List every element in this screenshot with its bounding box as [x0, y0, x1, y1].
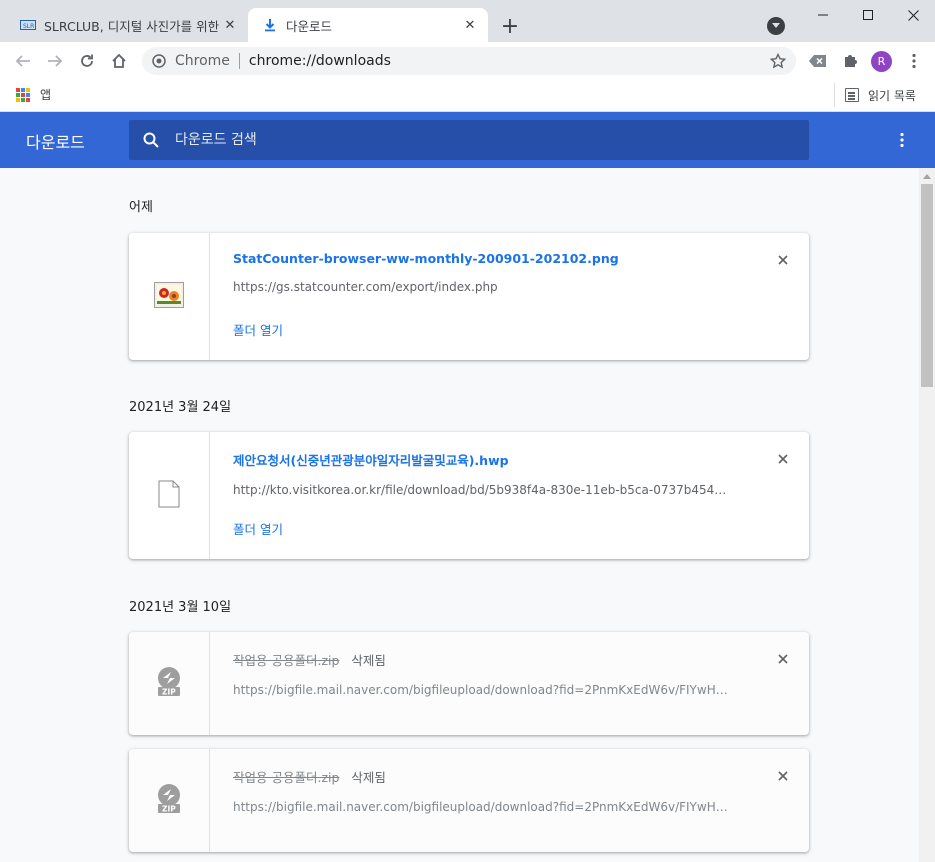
close-tab-icon[interactable]: ✕ — [220, 15, 240, 35]
address-bar[interactable]: Chrome chrome://downloads — [142, 47, 796, 75]
page-scrollbar[interactable] — [919, 168, 935, 862]
download-details: 작업용 공용폴더.zip 삭제됨 https://bigfile.mail.nav… — [233, 650, 773, 697]
download-item: ZIP 작업용 공용폴더.zip 삭제됨 https://bigfile.mail… — [129, 749, 809, 852]
svg-text:ZIP: ZIP — [162, 804, 176, 813]
open-folder-link[interactable]: 폴더 열기 — [233, 519, 283, 538]
title-bar: SLR SLRCLUB, 디지털 사진가를 위한 ✕ 다운로드 ✕ + — [0, 0, 935, 42]
download-details: 작업용 공용폴더.zip 삭제됨 https://bigfile.mail.nav… — [233, 767, 773, 814]
file-icon-column — [129, 432, 210, 559]
download-item: ZIP 작업용 공용폴더.zip 삭제됨 https://bigfile.mail… — [129, 632, 809, 735]
downloads-header: 다운로드 — [0, 112, 935, 168]
home-icon[interactable] — [107, 49, 131, 73]
deleted-file-name: 작업용 공용폴더.zip — [233, 653, 340, 668]
tab-title: 다운로드 — [286, 18, 333, 34]
generic-file-icon — [158, 480, 180, 512]
download-details: 제안요청서(신중년관광분야일자리발굴및교육).hwp http://kto.vi… — [233, 450, 773, 497]
apps-label: 앱 — [40, 88, 52, 102]
omnibox-separator — [238, 53, 240, 69]
status-badge: 삭제됨 — [351, 653, 386, 668]
slrclub-favicon: SLR — [20, 17, 36, 33]
search-icon — [141, 130, 161, 150]
download-icon — [262, 17, 278, 33]
download-details: StatCounter-browser-ww-monthly-200901-20… — [233, 251, 773, 294]
chrome-chip: Chrome — [175, 53, 230, 69]
remove-item-icon[interactable] — [773, 250, 793, 270]
zip-file-icon: ZIP — [153, 783, 185, 819]
downloads-list: 어제 StatCounter-browser-ww-monthly-200901… — [0, 168, 919, 862]
tab-title: SLRCLUB, 디지털 사진가를 위한 — [44, 18, 220, 34]
download-item: StatCounter-browser-ww-monthly-200901-20… — [129, 233, 809, 360]
open-folder-link[interactable]: 폴더 열기 — [233, 320, 283, 339]
downloads-search-box[interactable] — [129, 120, 809, 160]
new-tab-button[interactable]: + — [498, 14, 522, 39]
tab-slrclub[interactable]: SLR SLRCLUB, 디지털 사진가를 위한 ✕ — [8, 8, 248, 42]
reading-list-button[interactable]: 읽기 목록 — [834, 83, 916, 107]
date-heading: 어제 — [129, 200, 153, 215]
file-source-url[interactable]: https://gs.statcounter.com/export/index.… — [233, 280, 733, 294]
deleted-file-name: 작업용 공용폴더.zip — [233, 770, 340, 785]
back-icon[interactable] — [11, 49, 35, 73]
file-icon-column: ZIP — [129, 749, 210, 852]
forward-icon[interactable] — [43, 49, 67, 73]
svg-text:ZIP: ZIP — [162, 687, 176, 696]
profile-avatar[interactable]: R — [871, 51, 892, 72]
close-tab-icon[interactable]: ✕ — [460, 15, 480, 35]
date-heading: 2021년 3월 10일 — [129, 600, 232, 615]
url-text[interactable]: chrome://downloads — [249, 53, 766, 69]
file-icon-column — [129, 233, 210, 360]
tab-search-icon[interactable] — [767, 17, 785, 35]
window-close-button[interactable] — [890, 0, 935, 30]
image-file-icon — [154, 281, 184, 312]
apps-shortcut[interactable]: 앱 — [16, 86, 51, 103]
remove-item-icon[interactable] — [773, 449, 793, 469]
file-icon-column: ZIP — [129, 632, 210, 735]
bookmark-star-icon[interactable] — [766, 49, 790, 73]
scroll-up-icon[interactable] — [923, 174, 931, 179]
download-item: 제안요청서(신중년관광분야일자리발굴및교육).hwp http://kto.vi… — [129, 432, 809, 559]
extensions-puzzle-icon[interactable] — [838, 49, 862, 73]
reading-list-label: 읽기 목록 — [868, 88, 916, 103]
date-heading: 2021년 3월 24일 — [129, 400, 232, 415]
remove-item-icon[interactable] — [773, 766, 793, 786]
reload-icon[interactable] — [75, 49, 99, 73]
downloads-menu-icon[interactable] — [890, 128, 914, 152]
file-name: 작업용 공용폴더.zip 삭제됨 — [233, 767, 773, 786]
search-input[interactable] — [175, 132, 775, 148]
extension-cleaner-icon[interactable] — [806, 49, 830, 73]
reading-list-icon — [845, 88, 859, 102]
browser-toolbar: Chrome chrome://downloads R — [0, 42, 935, 80]
svg-text:SLR: SLR — [23, 23, 34, 30]
file-name-link[interactable]: 제안요청서(신중년관광분야일자리발굴및교육).hwp — [233, 450, 773, 469]
file-name-link[interactable]: StatCounter-browser-ww-monthly-200901-20… — [233, 251, 773, 266]
remove-item-icon[interactable] — [773, 649, 793, 669]
status-badge: 삭제됨 — [351, 770, 386, 785]
zip-file-icon: ZIP — [153, 666, 185, 702]
bookmarks-bar: 앱 읽기 목록 — [0, 80, 935, 112]
page-title: 다운로드 — [26, 133, 85, 152]
chrome-menu-icon[interactable] — [902, 49, 926, 73]
chrome-icon — [151, 53, 167, 69]
file-source-url[interactable]: https://bigfile.mail.naver.com/bigfileup… — [233, 800, 733, 814]
minimize-button[interactable] — [800, 0, 846, 30]
file-name: 작업용 공용폴더.zip 삭제됨 — [233, 650, 773, 669]
maximize-button[interactable] — [845, 0, 891, 30]
tab-downloads[interactable]: 다운로드 ✕ — [248, 8, 488, 42]
apps-grid-icon — [16, 87, 30, 102]
file-source-url[interactable]: http://kto.visitkorea.or.kr/file/downloa… — [233, 483, 733, 497]
file-source-url[interactable]: https://bigfile.mail.naver.com/bigfileup… — [233, 683, 733, 697]
scrollbar-thumb[interactable] — [921, 184, 933, 387]
